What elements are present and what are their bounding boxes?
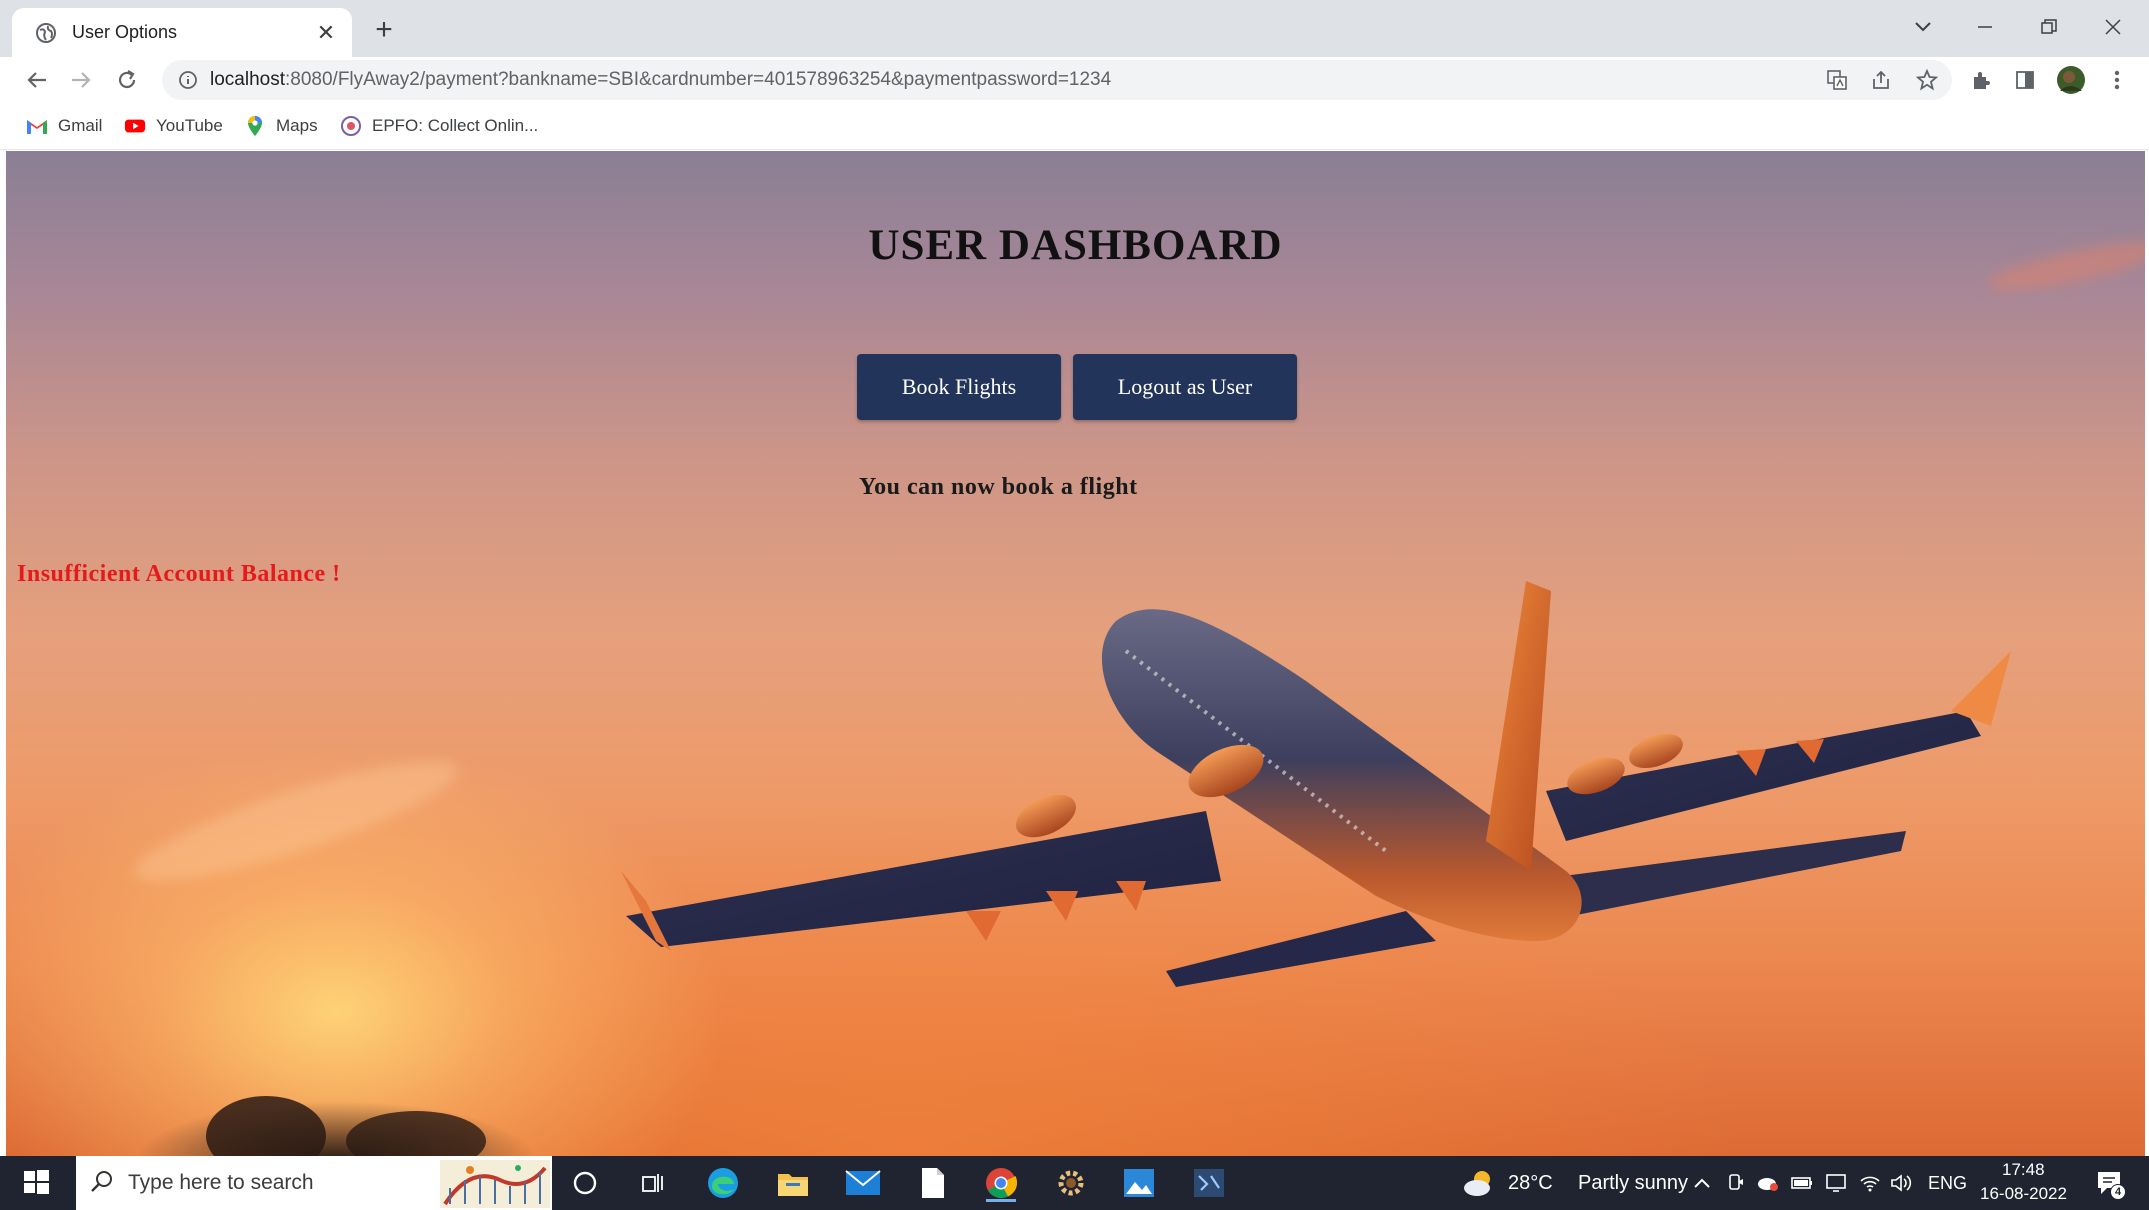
bookmark-maps[interactable]: Maps: [244, 113, 318, 139]
search-highlight-icon: [440, 1160, 550, 1210]
notepad-file-icon[interactable]: [912, 1164, 954, 1202]
chevron-up-icon[interactable]: [1690, 1171, 1714, 1195]
clock-time[interactable]: 17:48: [2002, 1160, 2045, 1180]
search-placeholder: Type here to search: [128, 1171, 314, 1194]
close-window-icon[interactable]: [2098, 12, 2128, 42]
maps-icon: [244, 115, 266, 137]
side-panel-icon[interactable]: [2010, 65, 2040, 95]
browser-toolbar: localhost:8080/FlyAway2/payment?bankname…: [0, 57, 2149, 103]
notification-center-icon[interactable]: 4: [2094, 1168, 2126, 1200]
book-flights-button[interactable]: Book Flights: [857, 354, 1061, 420]
youtube-icon: [124, 115, 146, 137]
notification-badge: 4: [2110, 1184, 2126, 1200]
chrome-icon[interactable]: [980, 1164, 1022, 1202]
volume-icon[interactable]: [1890, 1171, 1914, 1195]
weather-cloud-icon: [1462, 1168, 1496, 1203]
epfo-icon: [340, 115, 362, 137]
bookmarks-bar: Gmail YouTube Maps EPFO: Collect Onlin..…: [0, 103, 2149, 150]
windows-taskbar: Type here to search 28°C Partly sunny EN…: [0, 1156, 2149, 1210]
edge-icon[interactable]: [702, 1164, 744, 1202]
bookmark-label: YouTube: [156, 116, 223, 135]
settings-gear-icon[interactable]: [1050, 1164, 1092, 1202]
bookmark-label: Maps: [276, 116, 318, 135]
forward-icon[interactable]: [64, 63, 98, 97]
meet-now-icon[interactable]: [1724, 1171, 1748, 1195]
profile-avatar[interactable]: [2056, 65, 2086, 95]
bookmark-epfo[interactable]: EPFO: Collect Onlin...: [340, 113, 538, 139]
display-icon[interactable]: [1824, 1171, 1848, 1195]
task-view-icon[interactable]: [632, 1164, 674, 1202]
minimize-icon[interactable]: [1970, 12, 2000, 42]
tab-title: User Options: [72, 22, 178, 42]
url-path: :8080/FlyAway2/payment?bankname=SBI&card…: [285, 69, 1112, 90]
back-icon[interactable]: [20, 63, 54, 97]
weather-desc[interactable]: Partly sunny: [1578, 1172, 1688, 1195]
error-message: Insufficient Account Balance !: [17, 561, 341, 587]
tab-search-icon[interactable]: [1908, 12, 1938, 42]
windows-start-icon[interactable]: [22, 1168, 52, 1198]
bookmark-youtube[interactable]: YouTube: [124, 113, 223, 139]
bookmark-label: Gmail: [58, 116, 103, 135]
search-icon: [90, 1169, 114, 1198]
site-info-icon[interactable]: [176, 68, 200, 92]
logout-button[interactable]: Logout as User: [1073, 354, 1297, 420]
wifi-icon[interactable]: [1858, 1171, 1882, 1195]
share-icon[interactable]: [1866, 65, 1896, 95]
translate-icon[interactable]: [1822, 65, 1852, 95]
battery-icon[interactable]: [1790, 1171, 1814, 1195]
status-message: You can now book a flight: [859, 474, 1138, 500]
restore-icon[interactable]: [2034, 12, 2064, 42]
mail-icon[interactable]: [842, 1164, 884, 1202]
globe-icon: [34, 21, 58, 45]
page-title: USER DASHBOARD: [868, 222, 1283, 269]
reload-icon[interactable]: [110, 63, 144, 97]
new-tab-button[interactable]: +: [368, 13, 400, 46]
onedrive-icon[interactable]: [1756, 1171, 1780, 1195]
address-bar[interactable]: localhost:8080/FlyAway2/payment?bankname…: [162, 60, 1952, 100]
cortana-icon[interactable]: [564, 1164, 606, 1202]
url-text: localhost:8080/FlyAway2/payment?bankname…: [210, 69, 1111, 91]
close-tab-icon[interactable]: ✕: [314, 20, 338, 45]
url-host: localhost: [210, 69, 285, 90]
bookmark-star-icon[interactable]: [1912, 65, 1942, 95]
tab-strip: User Options ✕ +: [0, 0, 2149, 57]
page-viewport: USER DASHBOARD Book Flights Logout as Us…: [6, 151, 2145, 1156]
language-indicator[interactable]: ENG: [1928, 1173, 1967, 1194]
menu-kebab-icon[interactable]: [2102, 65, 2132, 95]
weather-temp[interactable]: 28°C: [1508, 1172, 1553, 1195]
photos-icon[interactable]: [1118, 1164, 1160, 1202]
bookmark-label: EPFO: Collect Onlin...: [372, 116, 539, 135]
file-explorer-icon[interactable]: [772, 1164, 814, 1202]
clock-date[interactable]: 16-08-2022: [1980, 1184, 2067, 1204]
extensions-icon[interactable]: [1966, 65, 1996, 95]
bookmark-gmail[interactable]: Gmail: [26, 113, 102, 139]
active-indicator: [986, 1199, 1016, 1202]
taskbar-search-box[interactable]: Type here to search: [76, 1156, 552, 1210]
browser-tab[interactable]: User Options ✕: [12, 8, 352, 57]
airplane-image: [136, 581, 2011, 1156]
gmail-icon: [26, 115, 48, 137]
app-window-icon[interactable]: [1188, 1164, 1230, 1202]
